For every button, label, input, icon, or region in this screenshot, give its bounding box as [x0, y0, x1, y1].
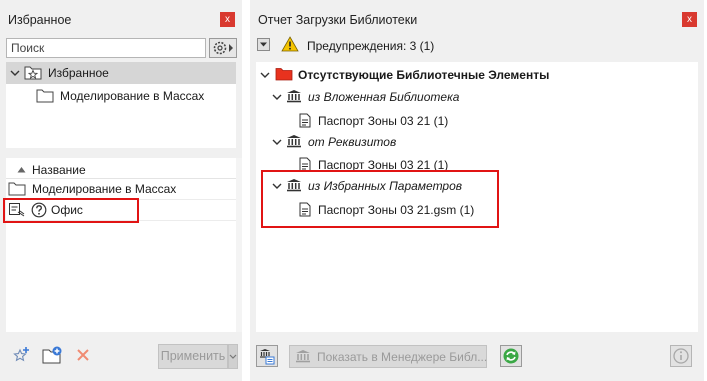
folder-icon — [8, 182, 26, 196]
apply-button[interactable]: Применить — [158, 344, 228, 369]
search-options-button[interactable] — [209, 38, 237, 58]
warnings-label: Предупреждения: 3 (1) — [307, 39, 435, 53]
favorites-list: Название Моделирование в Массах Офис — [6, 158, 236, 332]
group-item-1[interactable]: Паспорт Зоны 03 21 (1) — [318, 114, 448, 128]
tree-root-label: Избранное — [48, 66, 109, 80]
library-report-title: Отчет Загрузки Библиотеки — [258, 13, 418, 27]
chevron-down-icon[interactable] — [272, 92, 282, 102]
group-label-2: от Реквизитов — [308, 135, 397, 149]
chevron-down-icon[interactable] — [260, 70, 270, 80]
group-label-1: из Вложенная Библиотека — [308, 90, 460, 104]
warnings-toggle-button[interactable] — [257, 38, 270, 51]
warning-icon — [281, 36, 299, 52]
chevron-down-icon[interactable] — [10, 68, 20, 78]
left-scrollbar[interactable] — [236, 158, 242, 332]
search-placeholder: Поиск — [11, 41, 45, 55]
reload-icon — [503, 348, 519, 364]
favorites-params-highlight-box — [261, 170, 499, 228]
report-root-label: Отсутствующие Библиотечные Элементы — [298, 68, 550, 82]
delete-icon[interactable] — [76, 348, 90, 362]
chevron-down-icon[interactable] — [272, 137, 282, 147]
add-favorite-icon[interactable] — [12, 346, 32, 364]
library-icon — [287, 90, 301, 103]
info-icon — [673, 348, 689, 364]
show-in-library-manager-label: Показать в Менеджере Библ... — [317, 350, 488, 364]
library-report-close-button[interactable]: x — [682, 12, 697, 27]
favorite-folder-icon — [24, 66, 42, 80]
show-in-library-manager-button[interactable]: Показать в Менеджере Библ... — [289, 345, 487, 368]
chevron-down-icon — [229, 354, 237, 359]
apply-dropdown-button[interactable] — [228, 344, 238, 369]
chevron-down-icon — [260, 42, 267, 47]
apply-button-label: Применить — [160, 349, 226, 363]
folder-icon — [36, 89, 54, 103]
favorites-panel: Избранное x Поиск Избранное Моделировани… — [0, 0, 242, 381]
new-folder-icon[interactable] — [42, 346, 64, 364]
list-row-modeling-label: Моделирование в Массах — [32, 182, 177, 196]
search-input[interactable]: Поиск — [6, 38, 206, 58]
office-highlight-box — [3, 198, 139, 223]
favorites-close-button[interactable]: x — [220, 12, 235, 27]
library-icon — [296, 350, 310, 363]
tree-child-label: Моделирование в Массах — [60, 89, 205, 103]
library-report-icon — [260, 349, 275, 365]
gear-icon — [213, 41, 233, 55]
document-icon — [299, 113, 311, 128]
missing-folder-icon — [275, 68, 293, 81]
sort-up-icon — [17, 167, 26, 173]
report-list-button[interactable] — [256, 345, 278, 367]
list-column-header[interactable]: Название — [32, 163, 86, 177]
info-button[interactable] — [670, 345, 692, 367]
library-report-panel: Отчет Загрузки Библиотеки x Предупрежден… — [250, 0, 704, 381]
favorites-panel-title: Избранное — [8, 13, 72, 27]
library-icon — [287, 135, 301, 148]
reload-button[interactable] — [500, 345, 522, 367]
favorites-tree: Избранное Моделирование в Массах — [6, 62, 236, 148]
